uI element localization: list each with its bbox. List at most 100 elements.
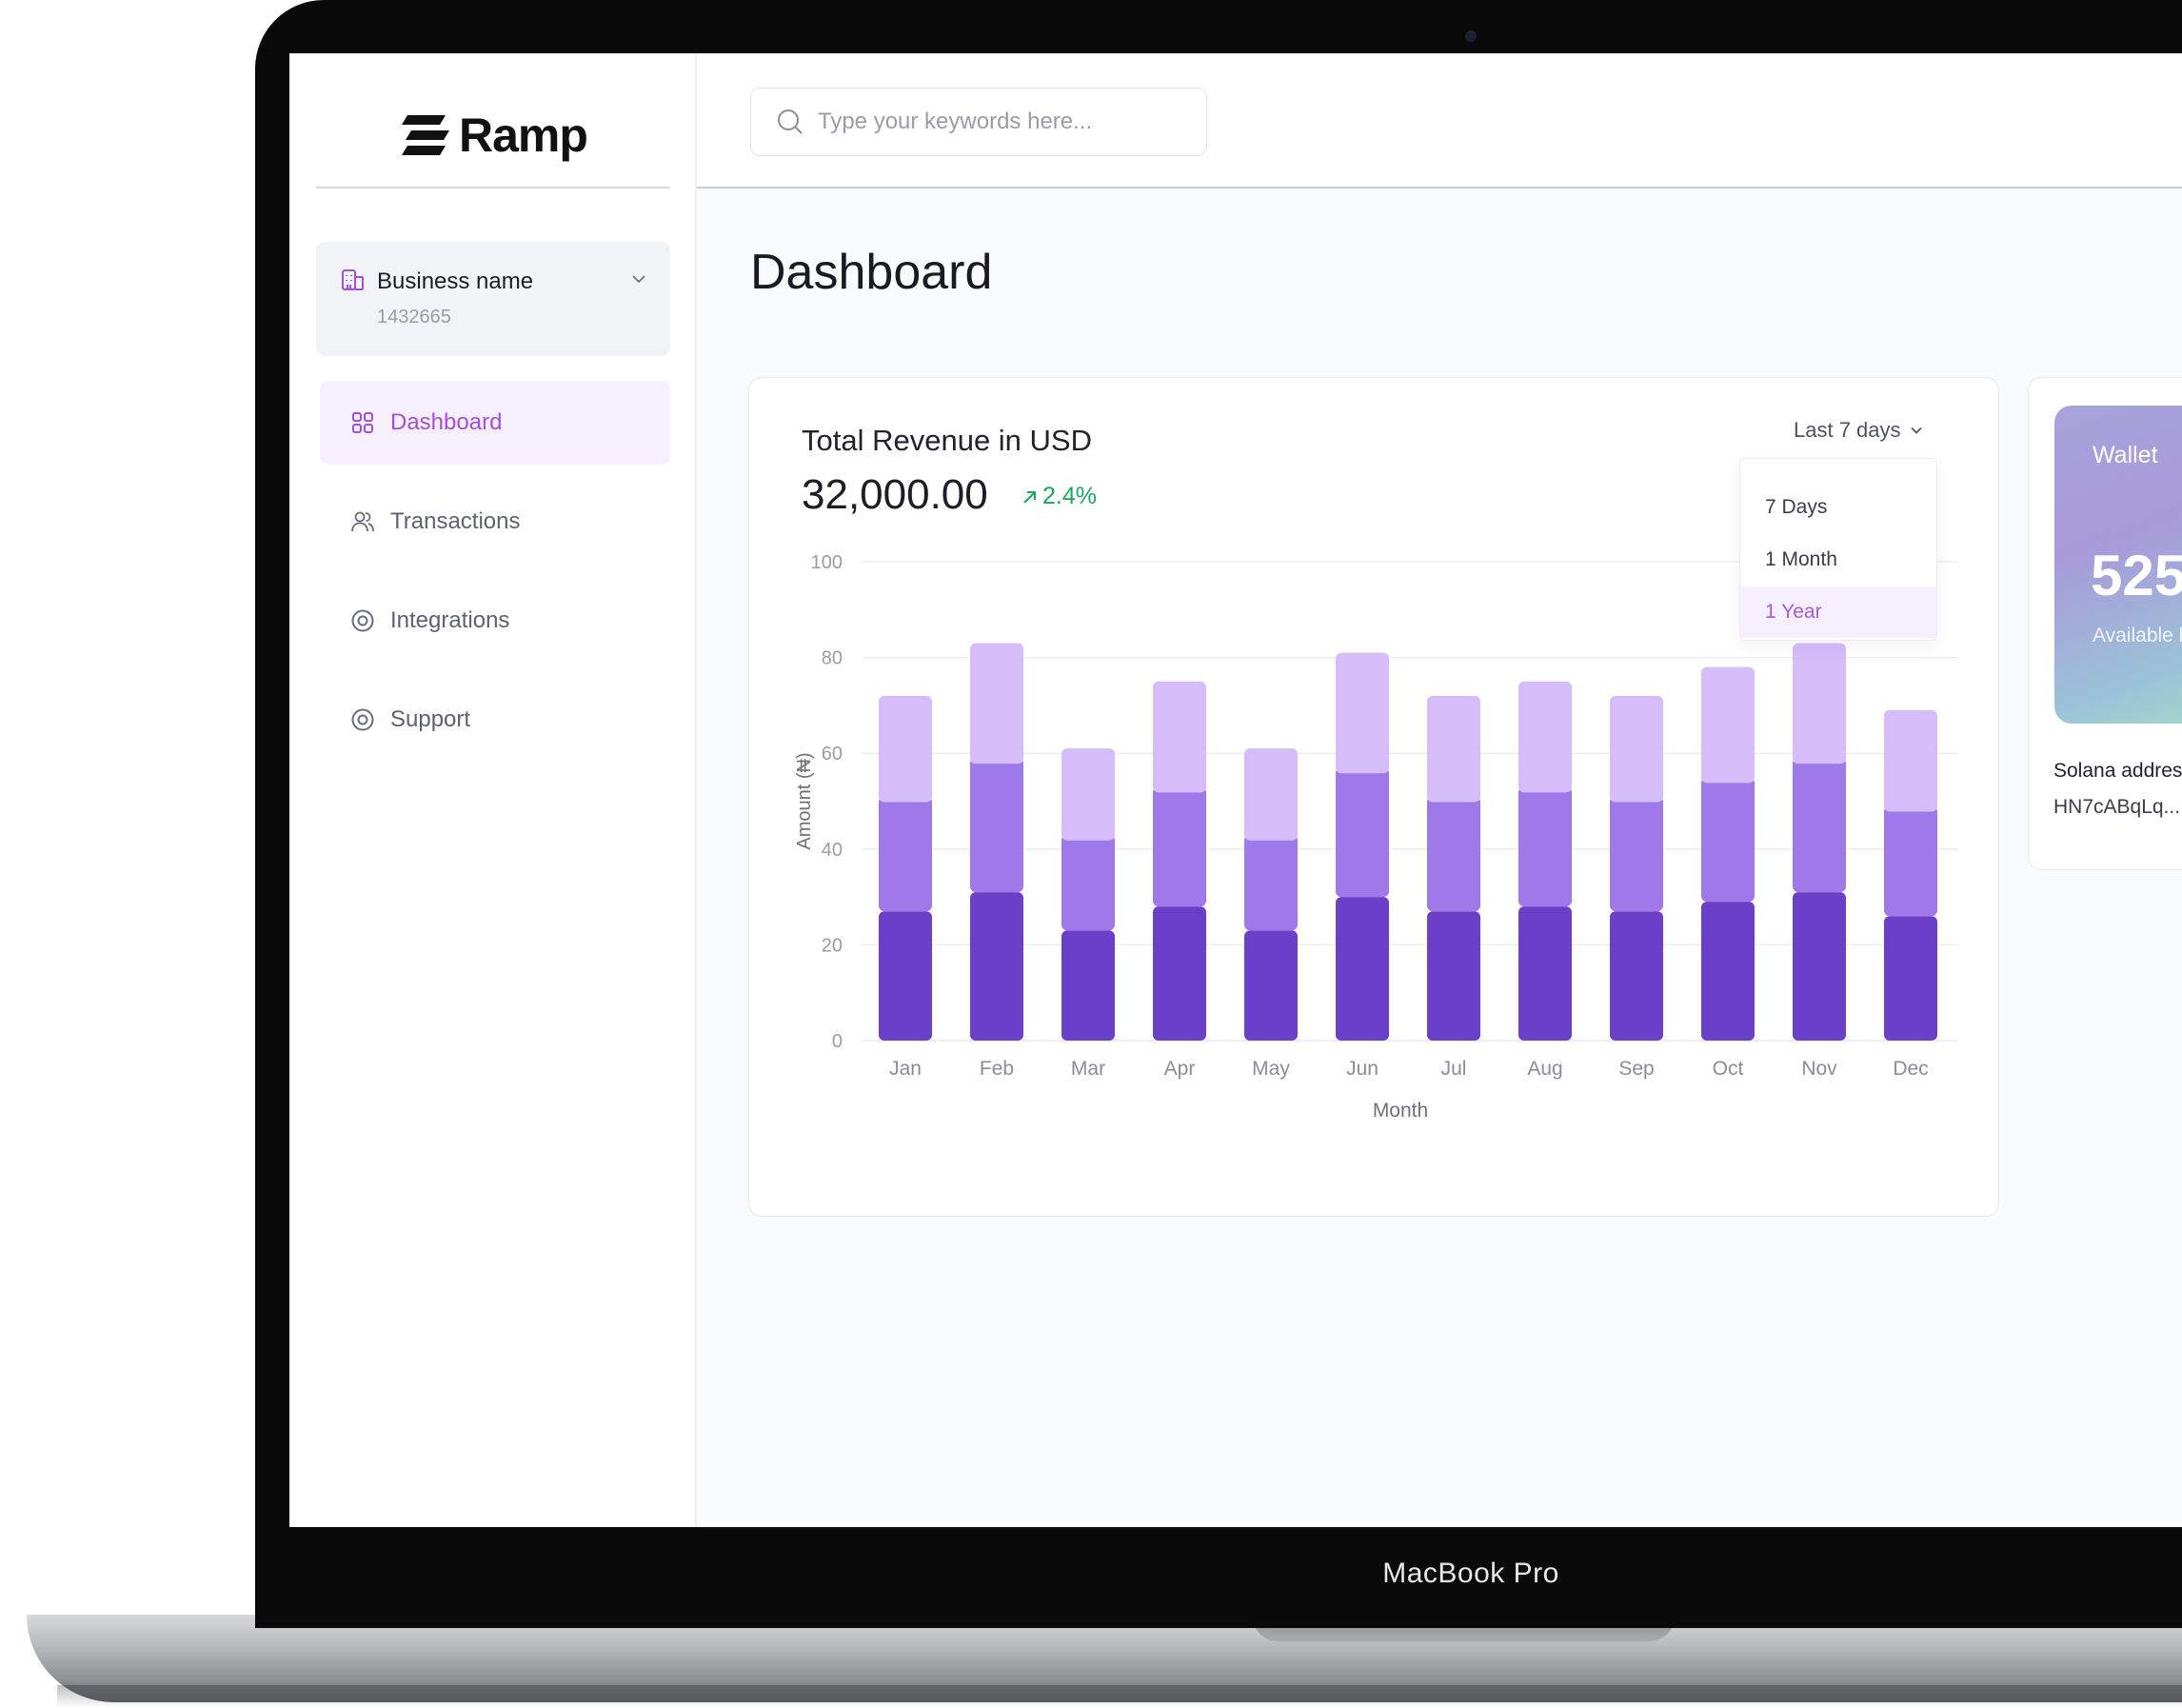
bar-segment: [1153, 786, 1206, 907]
search-icon: [778, 109, 803, 134]
bar-segment: [1336, 897, 1389, 1041]
x-tick-label: Mar: [1071, 1058, 1105, 1080]
chevron-down-icon: [632, 275, 645, 284]
revenue-change-value: 2.4%: [1042, 483, 1097, 509]
bar-segment: [1427, 796, 1480, 912]
sidebar-item-label: Support: [390, 706, 471, 732]
business-selector[interactable]: Business name 1432665: [316, 242, 670, 356]
revenue-card: 0 20 40 60 80 100 Amount (₦) Jan Feb Mar Apr May Jun…: [748, 377, 1999, 1217]
bar-segment: [1518, 681, 1572, 793]
x-tick-label: Jun: [1346, 1058, 1379, 1080]
period-option-1-year[interactable]: 1 Year: [1740, 586, 1936, 638]
target-icon: [351, 609, 374, 632]
business-id: 1432665: [377, 307, 451, 328]
y-tick-label: 60: [822, 744, 843, 765]
bar-segment: [1793, 758, 1846, 893]
camera-icon: [1465, 30, 1477, 42]
bar-segment: [1061, 834, 1115, 931]
period-selected: Last 7 days: [1794, 418, 1901, 442]
bar-segment: [1610, 695, 1663, 803]
bar-segment: [879, 695, 932, 803]
revenue-change: 2.4%: [1022, 483, 1097, 510]
revenue-title: Total Revenue in USD: [802, 424, 1092, 457]
x-tick-label: Jul: [1441, 1058, 1467, 1080]
bar-segment: [1884, 709, 1937, 812]
period-dropdown-menu: 7 Days 1 Month 1 Year: [1739, 458, 1937, 641]
bar-segment: [1427, 911, 1480, 1041]
bar-segment: [1061, 748, 1115, 841]
bar-segment: [1701, 902, 1755, 1041]
ramp-logo-icon: [402, 115, 449, 155]
bar-segment: [1244, 834, 1298, 931]
arrow-up-right-icon: [1023, 490, 1036, 504]
y-tick-label: 100: [811, 552, 843, 573]
device-label: MacBook Pro: [1382, 1558, 1559, 1589]
business-name: Business name: [377, 268, 534, 294]
sidebar-item-label: Dashboard: [390, 409, 503, 435]
bar-segment: [1793, 643, 1846, 765]
bar-segment: [879, 796, 932, 912]
logo-text: Ramp: [459, 109, 588, 162]
bar-segment: [970, 892, 1023, 1041]
bar-segment: [1518, 786, 1572, 907]
x-axis-label: Month: [1373, 1100, 1428, 1122]
x-tick-label: Nov: [1801, 1058, 1837, 1080]
chevron-down-icon: [1910, 427, 1922, 434]
sidebar-item-label: Integrations: [390, 607, 510, 633]
bar-segment: [1244, 748, 1298, 841]
x-tick-label: Feb: [980, 1058, 1014, 1080]
sidebar-item-transactions[interactable]: Transactions: [320, 480, 670, 564]
bar-segment: [1701, 666, 1755, 784]
bar-segment: [970, 643, 1023, 765]
bar-segment: [1884, 805, 1937, 917]
sidebar-item-support[interactable]: Support: [320, 678, 670, 762]
bar-segment: [1518, 906, 1572, 1041]
bar-segment: [1610, 911, 1663, 1041]
x-tick-label: Dec: [1893, 1058, 1928, 1080]
target-icon: [351, 708, 374, 731]
x-tick-label: May: [1252, 1058, 1290, 1080]
period-option-1-month[interactable]: 1 Month: [1740, 534, 1936, 586]
bar-segment: [1153, 681, 1206, 793]
y-tick-label: 0: [832, 1031, 843, 1052]
bar-segment: [1884, 916, 1937, 1041]
bar-segment: [1336, 652, 1389, 774]
grid-icon: [352, 412, 373, 433]
x-tick-label: Apr: [1164, 1058, 1196, 1080]
sidebar-divider: [316, 187, 670, 189]
screen: Ramp Business name 1432665 Dashboard Tra…: [289, 53, 2182, 1527]
y-tick-label: 20: [822, 935, 843, 956]
bar-segment: [1061, 930, 1115, 1041]
bar-segment: [1701, 777, 1755, 903]
bar-segment: [1153, 906, 1206, 1041]
users-icon: [351, 511, 374, 532]
bar-segment: [1336, 767, 1389, 898]
sidebar-item-dashboard[interactable]: Dashboard: [320, 381, 670, 465]
bar-segment: [879, 911, 932, 1041]
top-bar: [697, 53, 2182, 189]
search-input[interactable]: [816, 108, 1200, 136]
bar-segment: [1427, 695, 1480, 803]
laptop-shadow: [57, 1685, 2182, 1708]
wallet-panel: [2028, 377, 2182, 870]
y-tick-label: 80: [822, 648, 843, 669]
bar-segment: [1793, 892, 1846, 1041]
x-tick-label: Sep: [1618, 1058, 1654, 1080]
x-tick-label: Jan: [889, 1058, 922, 1080]
y-tick-label: 40: [822, 840, 843, 861]
x-tick-label: Aug: [1527, 1058, 1562, 1080]
building-icon: [342, 269, 364, 290]
period-option-7-days[interactable]: 7 Days: [1740, 482, 1936, 533]
search-box[interactable]: [750, 88, 1207, 156]
page-title: Dashboard: [750, 245, 993, 300]
y-axis-label: Amount (₦): [794, 752, 815, 849]
sidebar: Ramp Business name 1432665 Dashboard Tra…: [289, 53, 697, 1527]
app-logo[interactable]: Ramp: [402, 108, 588, 163]
x-tick-label: Oct: [1713, 1058, 1744, 1080]
bar-segment: [970, 758, 1023, 893]
period-dropdown-button[interactable]: Last 7 days: [1794, 418, 1924, 443]
bar-segment: [1610, 796, 1663, 912]
sidebar-item-integrations[interactable]: Integrations: [320, 579, 670, 663]
sidebar-item-label: Transactions: [390, 508, 521, 534]
bar-segment: [1244, 930, 1298, 1041]
